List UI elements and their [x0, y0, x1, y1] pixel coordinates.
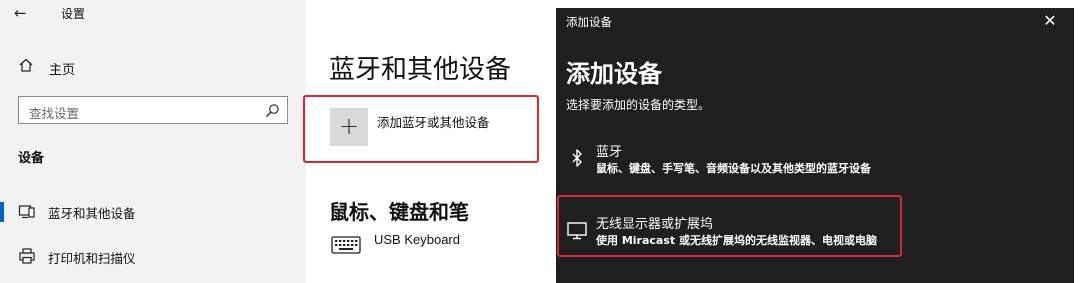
sidebar-item-label: 打印机和扫描仪: [48, 251, 136, 266]
sidebar-item-bluetooth[interactable]: 蓝牙和其他设备: [0, 194, 306, 228]
page-title: 蓝牙和其他设备: [329, 55, 512, 85]
option-description: 鼠标、键盘、手写笔、音频设备以及其他类型的蓝牙设备: [596, 162, 871, 175]
option-title: 蓝牙: [596, 145, 623, 160]
back-button[interactable]: ←: [14, 3, 34, 23]
search-placeholder: 查找设置: [29, 106, 80, 121]
printer-icon: [19, 248, 35, 264]
home-label: 主页: [49, 63, 76, 78]
dialog-heading: 添加设备: [566, 60, 662, 88]
sidebar-item-label: 蓝牙和其他设备: [48, 206, 136, 221]
option-bluetooth[interactable]: 蓝牙 鼠标、键盘、手写笔、音频设备以及其他类型的蓝牙设备: [556, 138, 1074, 182]
selected-indicator: [0, 202, 4, 222]
sidebar-item-printers[interactable]: 打印机和扫描仪: [0, 239, 306, 273]
bluetooth-icon: [572, 149, 582, 167]
back-arrow-icon: ←: [14, 4, 27, 22]
home-nav-item[interactable]: 主页: [0, 48, 306, 86]
search-icon[interactable]: [265, 103, 280, 118]
search-input[interactable]: 查找设置: [18, 96, 288, 124]
settings-sidebar: ← 设置 主页 查找设置 设备 蓝牙和其他设备 打印机和扫描仪: [0, 0, 306, 283]
keyboard-device-label: USB Keyboard: [374, 232, 460, 247]
section-heading-keyboard: 鼠标、键盘和笔: [329, 200, 469, 224]
highlight-box-add-device: [303, 95, 539, 163]
dialog-window-title: 添加设备: [566, 15, 612, 29]
keyboard-device-item[interactable]: USB Keyboard: [328, 230, 548, 260]
title-bar: ← 设置: [0, 0, 306, 26]
home-icon: [19, 58, 33, 72]
dialog-subtitle: 选择要添加的设备的类型。: [566, 98, 711, 112]
close-icon: ✕: [1043, 11, 1057, 30]
highlight-box-wireless-display: [557, 195, 902, 257]
keyboard-icon: [331, 236, 361, 254]
close-button[interactable]: ✕: [1040, 11, 1060, 31]
dialog-title-bar: 添加设备 ✕: [556, 8, 1074, 36]
section-heading-devices: 设备: [18, 151, 45, 166]
bluetooth-devices-icon: [18, 205, 35, 219]
app-title: 设置: [61, 7, 86, 21]
